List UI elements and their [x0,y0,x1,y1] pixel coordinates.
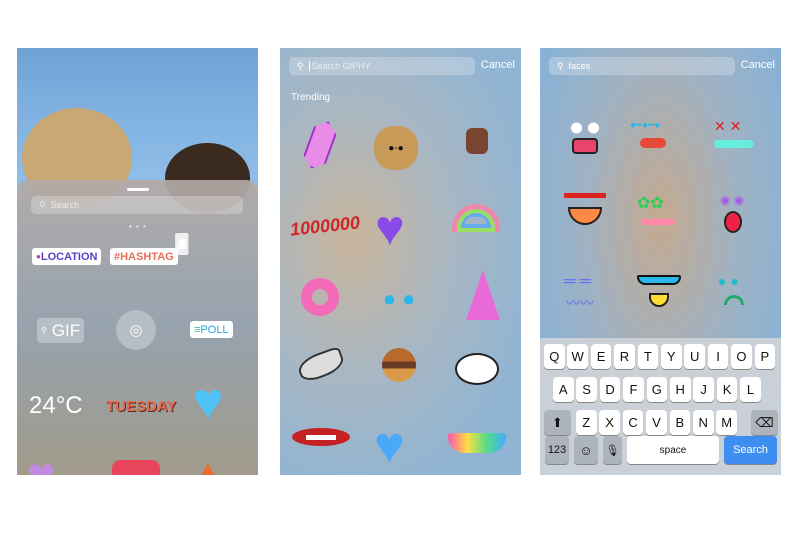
search-value: faces [568,61,591,71]
search-placeholder: Search [50,200,80,210]
purple-heart-sticker[interactable]: ♥ [375,203,405,253]
cup-sticker[interactable] [466,128,488,154]
heart-face-sticker[interactable]: ♥ [182,376,234,428]
giphy-results-screen: ⚲ faces Cancel ●━●━● ✕ ✕ ✿✿ ◉ ◉ ═ ═ 〰〰 ● … [540,48,781,475]
face-sticker[interactable]: ✿✿ [635,193,685,233]
lips-sticker[interactable] [292,428,350,446]
key-r[interactable]: R [614,344,635,369]
face-sticker[interactable] [560,120,610,160]
key-h[interactable]: H [670,377,691,402]
face-sticker[interactable]: ═ ═ 〰〰 [560,273,610,313]
key-f[interactable]: F [623,377,644,402]
key-n[interactable]: N [693,410,714,435]
sticker-search-input[interactable]: ⚲ Search [31,196,243,214]
key-p[interactable]: P [754,344,776,369]
hashtag-sticker[interactable]: #HASHTAG [110,248,178,265]
giphy-search-screen: ⚲ Search GIPHY Cancel Trending ●-● 10000… [280,48,521,475]
key-q[interactable]: Q [544,344,565,369]
emoji-key[interactable]: ☺ [574,436,598,464]
key-c[interactable]: C [622,410,644,435]
donut-sticker[interactable] [301,278,339,316]
temperature-sticker[interactable]: 24°C [29,392,83,420]
search-icon: ⚲ [39,199,46,210]
key-i[interactable]: I [707,344,729,369]
camera-sticker[interactable]: ◎ [116,310,156,350]
rat-sticker[interactable] [295,345,347,385]
glasses-sticker[interactable]: ●● [367,286,437,311]
sticker-tray-screen: ⚲ Search • • • ● LOCATION #HASHTAG 1 2 3 … [17,48,258,475]
gif-label: GIF [51,320,81,340]
rainbow-sticker[interactable] [452,204,500,232]
camera-icon: ◎ [129,322,143,339]
poll-label: POLL [200,323,229,336]
face-sticker[interactable] [635,273,685,313]
key-l[interactable]: L [740,377,761,402]
search-key[interactable]: Search [724,436,777,464]
key-z[interactable]: Z [576,410,597,435]
search-icon: ⚲ [557,60,564,71]
day-sticker[interactable]: TUESDAY [106,398,176,415]
face-sticker[interactable]: ● ● [710,273,760,313]
crystal-sticker[interactable] [300,117,340,172]
giphy-search-input[interactable]: ⚲ Search GIPHY [289,57,475,75]
purple-heart-sticker[interactable]: ♥ [27,452,56,476]
key-g[interactable]: G [646,377,668,402]
key-b[interactable]: B [669,410,691,435]
sticker-tray: ⚲ Search • • • ● LOCATION #HASHTAG 1 2 3 … [17,180,258,475]
space-key[interactable]: space [627,436,719,464]
key-x[interactable]: X [599,410,620,435]
emoji-icon: ☺ [579,442,593,458]
key-m[interactable]: M [716,410,737,435]
face-sticker[interactable]: ◉ ◉ [710,193,760,233]
key-o[interactable]: O [731,344,752,369]
face-sticker[interactable] [560,193,610,233]
key-e[interactable]: E [590,344,612,369]
microphone-icon: 🎙 [605,444,620,457]
search-icon: ⚲ [297,60,304,71]
key-a[interactable]: A [553,377,574,402]
drag-handle[interactable] [127,188,149,191]
cancel-button[interactable]: Cancel [741,59,775,71]
pixel-heart-sticker[interactable]: ♥ [374,420,405,472]
sunglasses-sticker[interactable] [448,433,506,453]
poll-sticker[interactable]: ≡ POLL [190,321,233,338]
cancel-button[interactable]: Cancel [481,59,515,71]
countdown-digit: 4 [174,233,188,255]
dictation-key[interactable]: 🎙 [603,436,622,464]
key-u[interactable]: U [684,344,705,369]
key-d[interactable]: D [599,377,621,402]
location-label: LOCATION [40,250,98,263]
key-y[interactable]: Y [661,344,682,369]
face-sticker[interactable]: ●━●━● [628,118,678,158]
keyboard: 123 ☺ 🎙 space Search ⬆ ⌫ QWERTYUIOP ASDFG… [540,338,781,475]
key-j[interactable]: J [693,377,714,402]
red-sticker[interactable] [112,460,160,475]
location-sticker[interactable]: ● LOCATION [32,248,102,265]
sunglasses-icon: ●-● [388,142,404,154]
backspace-key[interactable]: ⌫ [751,410,778,435]
key-v[interactable]: V [646,410,667,435]
key-s[interactable]: S [576,377,597,402]
backspace-icon: ⌫ [755,414,774,430]
key-123[interactable]: 123 [545,436,569,464]
burger-sticker[interactable] [382,348,416,382]
giphy-search-input[interactable]: ⚲ faces [549,57,735,75]
key-t[interactable]: T [637,344,659,369]
search-placeholder: Search GIPHY [308,61,371,71]
shift-key[interactable]: ⬆ [544,410,571,435]
million-sticker[interactable]: 1000000 [289,212,361,240]
section-title: Trending [291,92,331,103]
shift-icon: ⬆ [552,414,563,430]
teeth-icon [306,434,336,440]
key-w[interactable]: W [567,344,588,369]
search-icon: ⚲ [40,326,47,335]
key-k[interactable]: K [716,377,738,402]
gif-sticker[interactable]: ⚲ GIF [37,318,84,343]
dog-sticker[interactable]: ●-● [374,126,418,170]
thought-bubble-sticker[interactable] [455,353,499,385]
face-sticker[interactable]: ✕ ✕ [710,118,760,158]
wizard-hat-sticker[interactable] [466,270,500,320]
more-dots: • • • [129,222,147,231]
fire-sticker[interactable]: ▲ [197,456,219,475]
